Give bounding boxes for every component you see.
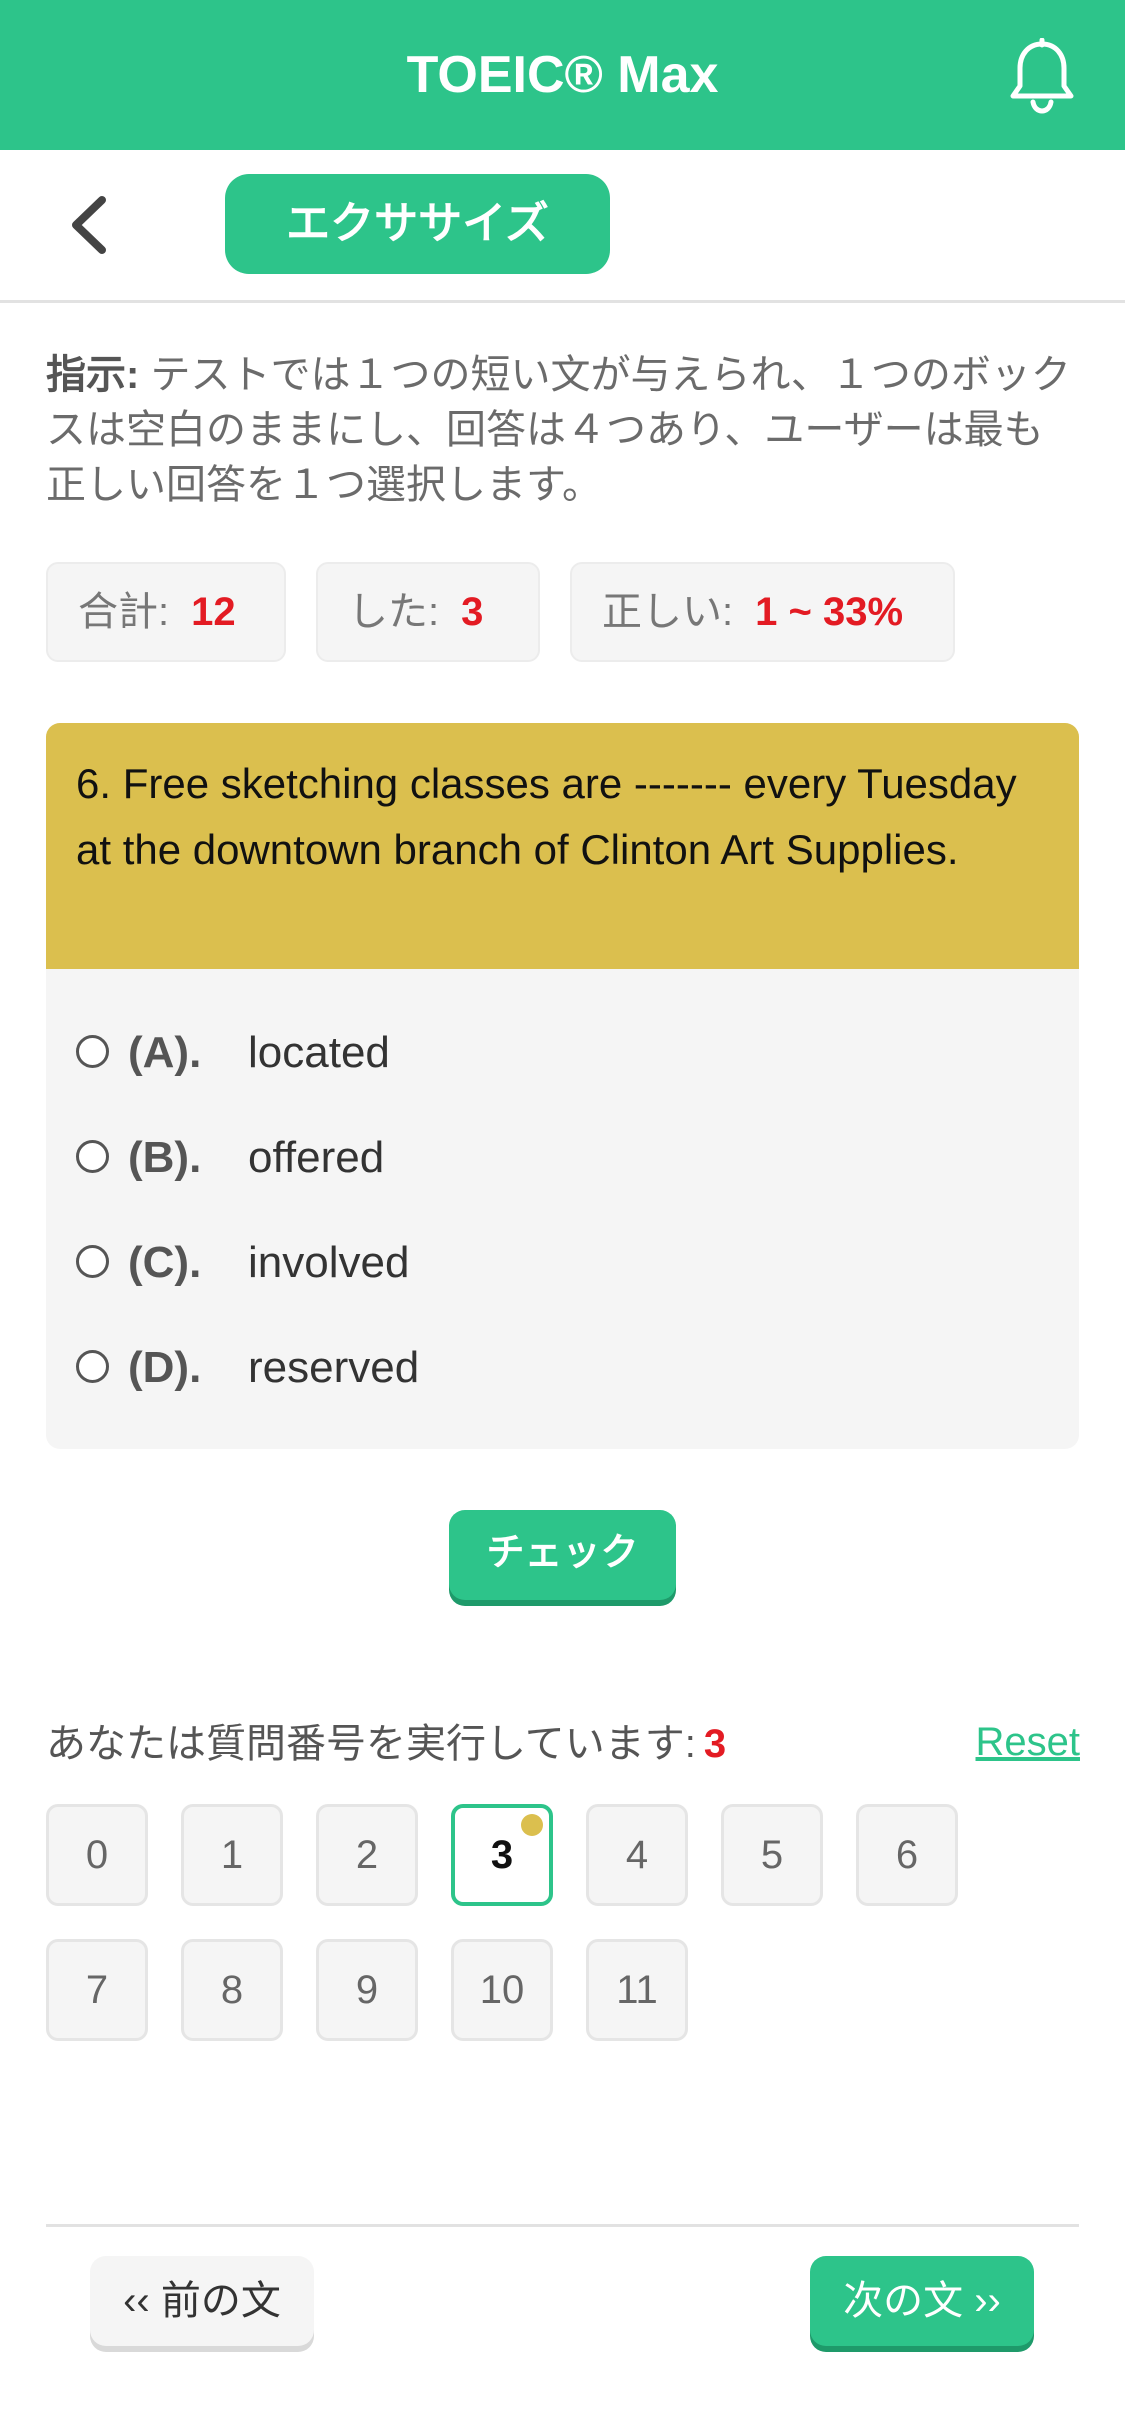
option-text: reserved [248, 1343, 420, 1392]
footer-divider [46, 2224, 1079, 2227]
question-number-button[interactable]: 2 [316, 1804, 418, 1906]
stat-total: 合計: 12 [46, 562, 286, 662]
stat-done: した: 3 [316, 562, 540, 662]
stat-correct: 正しい: 1 ~ 33% [570, 562, 955, 662]
option-text: involved [248, 1238, 410, 1287]
question-number-button[interactable]: 8 [181, 1939, 283, 2041]
question-text: 6. Free sketching classes are ------- ev… [76, 760, 1017, 873]
instructions-label: 指示: [46, 353, 140, 397]
stat-total-label: 合計: [78, 590, 170, 634]
question-number-button[interactable]: 4 [586, 1804, 688, 1906]
option-letter: (B). [128, 1133, 202, 1182]
question-number-button-current[interactable]: 3 [451, 1804, 553, 1906]
bell-icon[interactable] [1006, 37, 1078, 114]
radio-button[interactable] [76, 1140, 109, 1173]
instructions-text: テストでは１つの短い文が与えられ、１つのボックスは空白のままにし、回答は４つあり… [46, 353, 1071, 507]
stat-total-value: 12 [191, 590, 236, 634]
option-text: located [248, 1028, 390, 1077]
current-question-number: 3 [703, 1722, 727, 1766]
option-letter: (A). [128, 1028, 202, 1077]
stat-correct-label: 正しい: [602, 590, 734, 634]
reset-link[interactable]: Reset [970, 1714, 1081, 1770]
question-number-button[interactable]: 5 [721, 1804, 823, 1906]
check-button[interactable]: チェック [449, 1510, 676, 1600]
question-number-button[interactable]: 6 [856, 1804, 958, 1906]
question-number-label: 3 [490, 1833, 514, 1877]
current-indicator-dot [521, 1814, 543, 1836]
question-number-button[interactable]: 11 [586, 1939, 688, 2041]
question-number-button[interactable]: 9 [316, 1939, 418, 2041]
app-title: TOEIC® Max [406, 46, 719, 104]
app-header: TOEIC® Max [0, 0, 1125, 150]
option-letter: (C). [128, 1238, 202, 1287]
sub-navigation: エクササイズ [0, 150, 1125, 303]
chevron-left-icon[interactable] [60, 190, 120, 260]
radio-button[interactable] [76, 1245, 109, 1278]
stat-correct-value: 1 ~ 33% [755, 590, 904, 634]
next-sentence-button[interactable]: 次の文 ›› [810, 2256, 1034, 2346]
stat-done-value: 3 [461, 590, 484, 634]
tab-exercise[interactable]: エクササイズ [225, 174, 610, 274]
question-header: 6. Free sketching classes are ------- ev… [46, 723, 1079, 969]
progress-text: あなたは質問番号を実行しています: [46, 1722, 696, 1766]
question-number-button[interactable]: 10 [451, 1939, 553, 2041]
radio-button[interactable] [76, 1350, 109, 1383]
question-card: 6. Free sketching classes are ------- ev… [46, 723, 1079, 1449]
option-letter: (D). [128, 1343, 202, 1392]
stat-done-label: した: [348, 590, 440, 634]
option-text: offered [248, 1133, 385, 1182]
radio-button[interactable] [76, 1035, 109, 1068]
previous-sentence-button[interactable]: ‹‹ 前の文 [90, 2256, 314, 2346]
instructions: 指示: テストでは１つの短い文が与えられ、１つのボックスは空白のままにし、回答は… [46, 348, 1076, 513]
question-number-button[interactable]: 1 [181, 1804, 283, 1906]
question-number-button[interactable]: 7 [46, 1939, 148, 2041]
progress-label: あなたは質問番号を実行しています: 3 [46, 1716, 726, 1772]
question-number-button[interactable]: 0 [46, 1804, 148, 1906]
